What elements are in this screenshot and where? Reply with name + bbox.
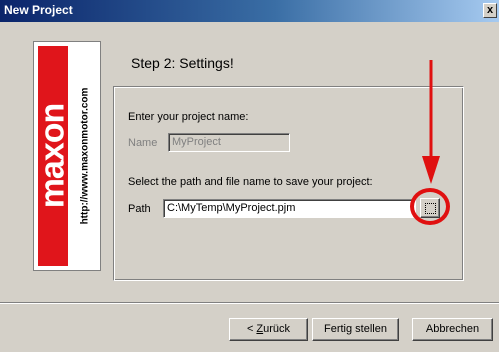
- finish-button[interactable]: Fertig stellen: [312, 318, 399, 341]
- maxon-logo: maxon http://www.maxonmotor.com: [33, 41, 101, 271]
- step-title: Step 2: Settings!: [131, 55, 234, 71]
- window-title: New Project: [4, 3, 73, 17]
- close-button[interactable]: x: [483, 3, 497, 18]
- title-bar: New Project x: [0, 0, 499, 22]
- down-arrow-annotation: [422, 60, 440, 184]
- project-name-field[interactable]: MyProject: [168, 133, 290, 152]
- path-label: Path: [128, 203, 151, 215]
- highlight-circle-annotation: [410, 188, 450, 225]
- back-button-prefix: <: [246, 323, 257, 335]
- back-button-label: urück: [263, 323, 291, 335]
- logo-url-text: http://www.maxonmotor.com: [79, 87, 91, 225]
- logo-brand-text: maxon: [33, 103, 72, 209]
- project-name-prompt: Enter your project name:: [128, 111, 249, 123]
- back-button[interactable]: < Zurück: [229, 318, 308, 341]
- name-label: Name: [128, 137, 158, 149]
- cancel-button[interactable]: Abbrechen: [412, 318, 493, 341]
- path-field[interactable]: C:\MyTemp\MyProject.pjm: [163, 199, 416, 218]
- path-prompt: Select the path and file name to save yo…: [128, 176, 373, 188]
- button-separator: [0, 302, 499, 304]
